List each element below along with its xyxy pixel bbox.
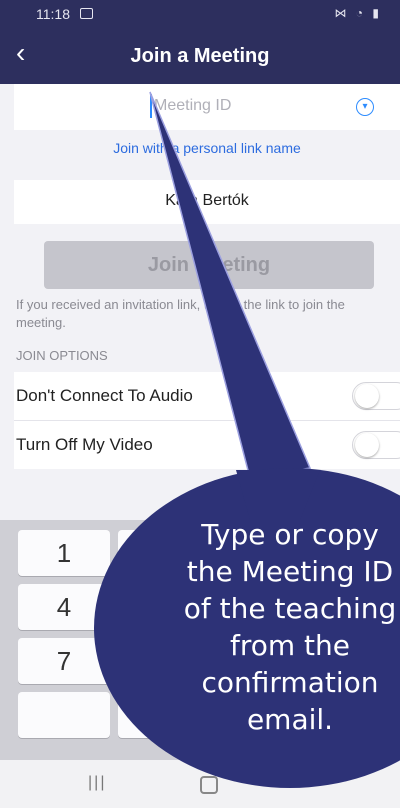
callout-line: Type or copy — [201, 518, 379, 551]
callout-line: confirmation — [201, 666, 379, 699]
callout-line: the Meeting ID — [186, 555, 394, 588]
join-meeting-screen: 11:18 ⋈ ◔ ▮ ‹ Join a Meeting Meeting ID … — [0, 0, 400, 808]
callout-pointer — [149, 91, 312, 479]
callout-line: email. — [246, 703, 334, 736]
callout-line: from the — [229, 629, 350, 662]
callout-text: Type or copy the Meeting ID of the teach… — [170, 516, 400, 738]
callout-line: of the teaching — [183, 592, 397, 625]
